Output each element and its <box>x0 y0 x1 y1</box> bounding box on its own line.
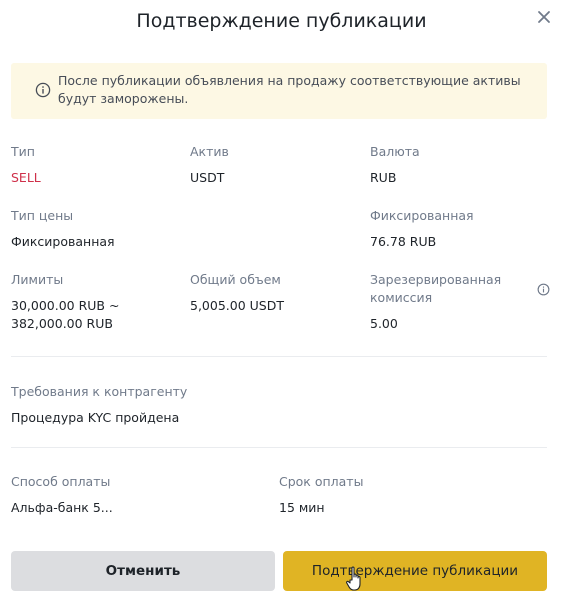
divider <box>11 356 547 357</box>
close-button[interactable] <box>534 7 554 27</box>
limits-value: 30,000.00 RUB ~ 382,000.00 RUB <box>11 298 120 331</box>
reserved-fee-label: Зарезервированная комиссия <box>370 272 502 305</box>
notice-text: После публикации объявления на продажу с… <box>58 73 521 106</box>
limits-label: Лимиты <box>11 272 64 287</box>
fixed-price-label: Фиксированная <box>370 208 474 223</box>
hand-pointer-icon <box>346 566 361 591</box>
payment-method-value: Альфа-банк 5... <box>11 500 113 515</box>
type-label: Тип <box>11 144 35 159</box>
total-amount-label: Общий объем <box>190 272 281 287</box>
payment-method-label: Способ оплаты <box>11 474 111 489</box>
fee-info-button[interactable] <box>537 281 550 300</box>
asset-label: Актив <box>190 144 229 159</box>
close-icon <box>538 11 550 23</box>
payment-term-label: Срок оплаты <box>279 474 364 489</box>
price-type-value: Фиксированная <box>11 234 115 249</box>
confirm-publish-button[interactable]: Подтверждение публикации <box>283 551 547 591</box>
type-value: SELL <box>11 170 41 185</box>
publish-confirmation-dialog: Подтверждение публикации После публикаци… <box>0 0 563 613</box>
info-icon <box>537 283 550 296</box>
total-amount-value: 5,005.00 USDT <box>190 298 284 313</box>
currency-value: RUB <box>370 170 397 185</box>
counterparty-requirements-value: Процедура KYC пройдена <box>11 410 180 425</box>
reserved-fee-value: 5.00 <box>370 316 398 331</box>
currency-label: Валюта <box>370 144 420 159</box>
freeze-notice: После публикации объявления на продажу с… <box>11 63 547 119</box>
dialog-title: Подтверждение публикации <box>136 10 427 32</box>
info-icon <box>35 82 51 98</box>
asset-value: USDT <box>190 170 225 185</box>
price-type-label: Тип цены <box>11 208 74 223</box>
fixed-price-value: 76.78 RUB <box>370 234 437 249</box>
counterparty-requirements-label: Требования к контрагенту <box>11 384 188 399</box>
payment-term-value: 15 мин <box>279 500 325 515</box>
cancel-button[interactable]: Отменить <box>11 551 275 591</box>
divider <box>11 447 547 448</box>
